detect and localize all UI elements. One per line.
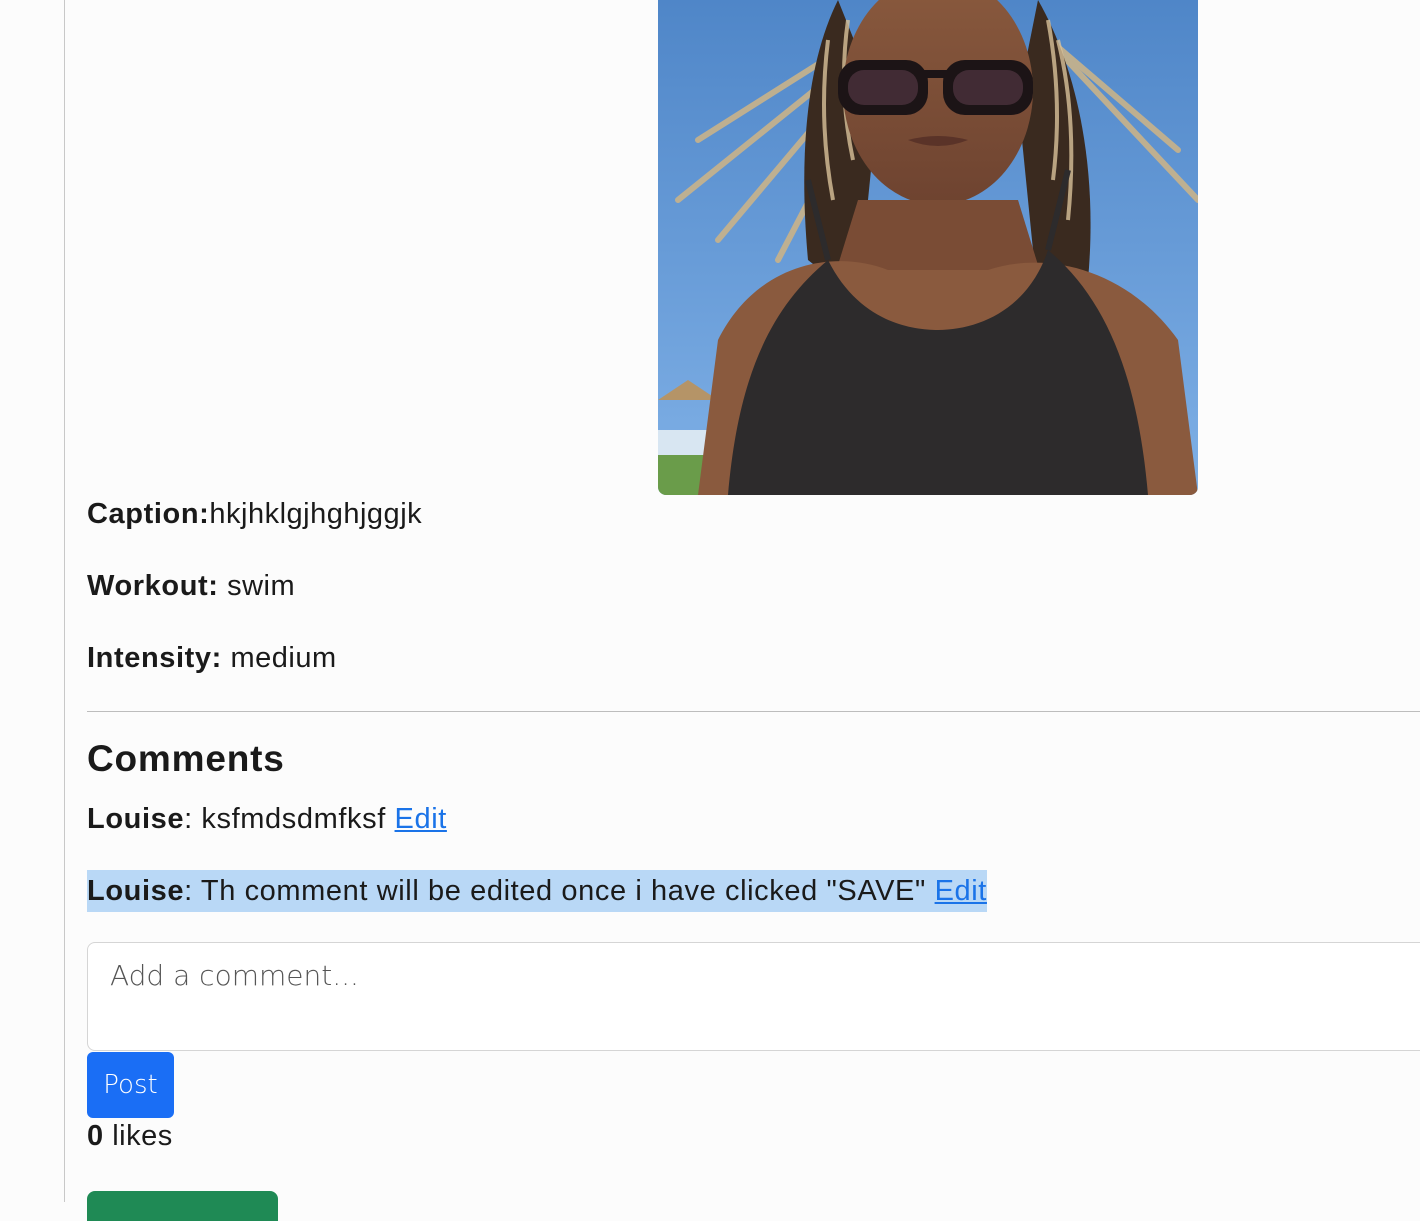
intensity-label: Intensity: bbox=[87, 642, 222, 674]
comment-separator: : bbox=[184, 875, 193, 907]
post-comment-button[interactable]: Post bbox=[87, 1052, 174, 1118]
workout-line: Workout: swim bbox=[87, 570, 295, 603]
comment-author: Louise bbox=[87, 803, 185, 835]
post-photo bbox=[658, 0, 1198, 495]
workout-label: Workout: bbox=[87, 570, 219, 602]
left-gutter bbox=[0, 0, 64, 1202]
like-button[interactable] bbox=[87, 1191, 278, 1221]
intensity-line: Intensity: medium bbox=[87, 642, 337, 675]
comment-item: Louise: Th comment will be edited once i… bbox=[87, 870, 987, 912]
comment-text: ksfmdsdmfksf bbox=[201, 803, 386, 835]
comment-item: Louise: ksfmdsdmfksf Edit bbox=[87, 798, 447, 840]
caption-label: Caption: bbox=[87, 498, 210, 530]
edit-comment-link[interactable]: Edit bbox=[935, 875, 987, 907]
likes-number: 0 bbox=[87, 1120, 104, 1152]
comment-input[interactable] bbox=[87, 942, 1420, 1051]
caption-value: hkjhklgjhghjggjk bbox=[209, 498, 423, 530]
caption-line: Caption:hkjhklgjhghjggjk bbox=[87, 498, 422, 531]
intensity-value: medium bbox=[230, 642, 337, 674]
likes-count: 0 likes bbox=[87, 1120, 173, 1153]
left-border bbox=[64, 0, 65, 1202]
comment-text: Th comment will be edited once i have cl… bbox=[200, 875, 926, 907]
likes-label: likes bbox=[112, 1120, 173, 1152]
comments-heading: Comments bbox=[87, 738, 285, 779]
workout-value: swim bbox=[227, 570, 296, 602]
comment-separator: : bbox=[184, 803, 193, 835]
edit-comment-link[interactable]: Edit bbox=[395, 803, 447, 835]
section-divider bbox=[87, 711, 1420, 712]
comment-author: Louise bbox=[87, 875, 185, 907]
